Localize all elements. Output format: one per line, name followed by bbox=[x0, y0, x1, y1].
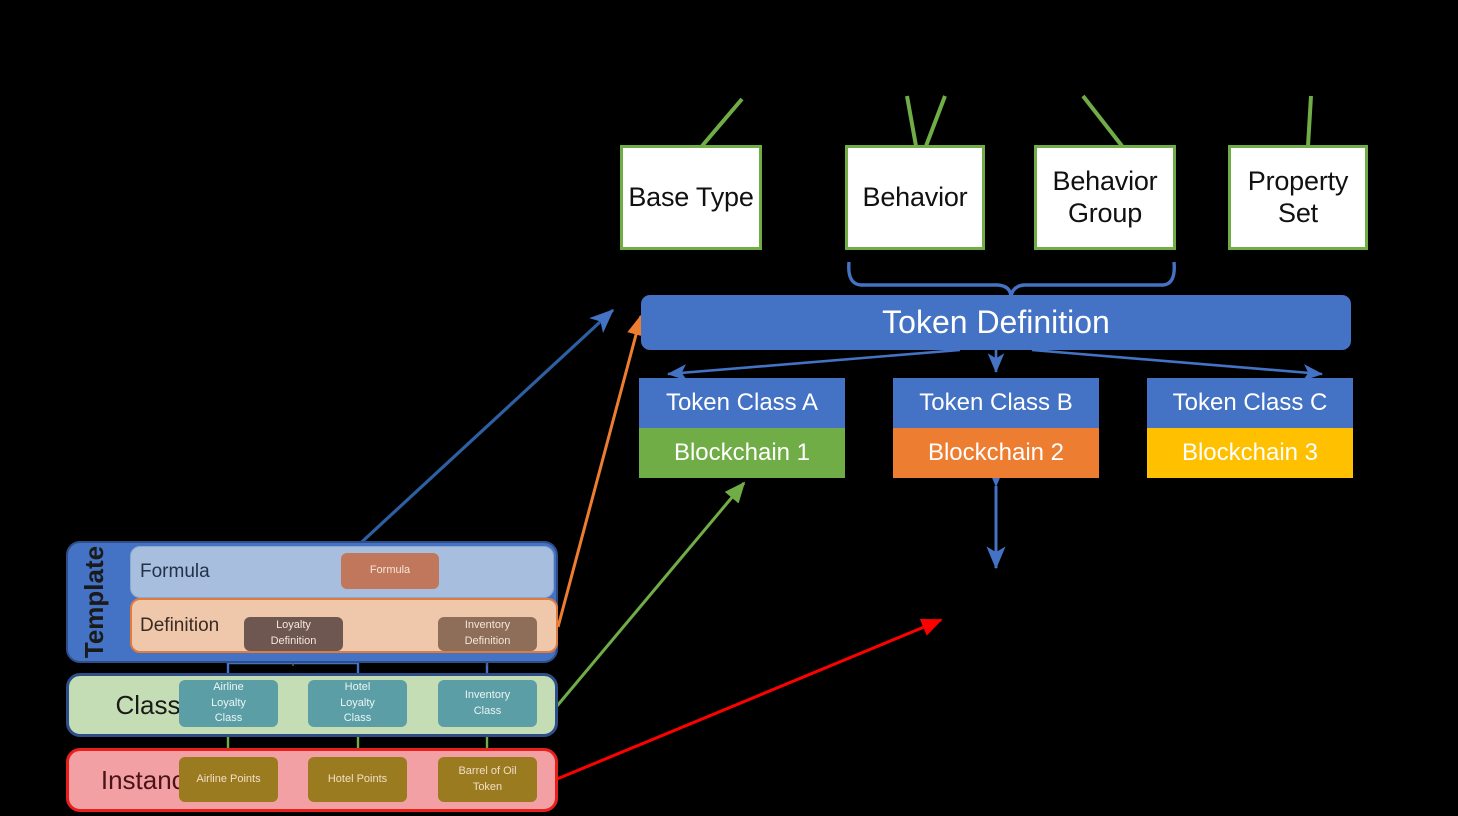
chip-hotel-loyalty-class-line1: Hotel bbox=[344, 680, 371, 693]
token-definition-fanout bbox=[666, 348, 1324, 381]
template-definition-row-label-text: Definition bbox=[140, 614, 220, 636]
artifact-box-behavior[interactable]: Behavior bbox=[845, 145, 985, 250]
artifact-box-behavior-group[interactable]: Behavior Group bbox=[1034, 145, 1176, 250]
chip-formula-line1: Formula bbox=[369, 564, 411, 577]
lane-template-label-text: Template bbox=[78, 545, 109, 659]
chip-airline-points[interactable]: Airline Points bbox=[179, 757, 278, 802]
artifact-stem-lines bbox=[700, 94, 1313, 148]
behavior-stem-right bbox=[924, 95, 947, 147]
token-class-b[interactable]: Token Class B Blockchain 2 bbox=[893, 378, 1099, 478]
property-set-line1: Property bbox=[1247, 165, 1349, 196]
chip-airline-loyalty-class-line1: Airline bbox=[213, 680, 244, 693]
token-class-a[interactable]: Token Class A Blockchain 1 bbox=[639, 378, 845, 478]
artifact-box-property-set[interactable]: Property Set bbox=[1228, 145, 1368, 250]
definition-to-token-definition-arrow bbox=[556, 314, 645, 628]
property-set-stem bbox=[1306, 95, 1313, 147]
artifact-group-brace bbox=[847, 261, 1176, 297]
blockchain-2-band: Blockchain 2 bbox=[893, 428, 1099, 478]
chip-barrel-of-oil-token[interactable]: Barrel of Oil Token bbox=[438, 757, 537, 802]
chip-airline-points-line1: Airline Points bbox=[196, 772, 261, 785]
token-class-b-label: Token Class B bbox=[919, 389, 1073, 416]
template-formula-row-label: Formula bbox=[140, 546, 280, 598]
artifact-box-property-set-label: Property Set bbox=[1231, 166, 1365, 230]
chip-hotel-loyalty-class[interactable]: Hotel Loyalty Class bbox=[308, 680, 407, 727]
chip-inventory-definition[interactable]: Inventory Definition bbox=[438, 617, 537, 651]
token-definition-bar[interactable]: Token Definition bbox=[641, 295, 1351, 350]
blockchain-3-band: Blockchain 3 bbox=[1147, 428, 1353, 478]
lane-template-label: Template bbox=[38, 546, 150, 658]
chip-inventory-class-line2: Class bbox=[473, 704, 502, 717]
token-definition-label: Token Definition bbox=[882, 304, 1110, 340]
behavior-stem-left bbox=[905, 95, 918, 147]
base-type-line2: Type bbox=[695, 181, 754, 212]
token-class-b-header: Token Class B bbox=[893, 378, 1099, 428]
chip-barrel-of-oil-token-line1: Barrel of Oil bbox=[458, 764, 517, 777]
chip-airline-loyalty-class-line3: Class bbox=[214, 712, 243, 725]
chip-hotel-loyalty-class-line2: Loyalty bbox=[340, 696, 375, 709]
class-to-blockchain1-arrow bbox=[555, 481, 746, 707]
artifact-box-base-type[interactable]: Base Type bbox=[620, 145, 762, 250]
chip-barrel-of-oil-token-line2: Token bbox=[472, 780, 503, 793]
chip-hotel-points-line1: Hotel Points bbox=[327, 772, 388, 785]
chip-inventory-class-line1: Inventory bbox=[464, 688, 511, 701]
blockchain-1-band: Blockchain 1 bbox=[639, 428, 845, 478]
token-class-c-header: Token Class C bbox=[1147, 378, 1353, 428]
formula-to-token-definition-arrow bbox=[350, 308, 615, 553]
token-class-c[interactable]: Token Class C Blockchain 3 bbox=[1147, 378, 1353, 478]
artifact-box-behavior-label: Behavior bbox=[863, 182, 968, 214]
chip-loyalty-definition-line1: Loyalty bbox=[276, 619, 311, 632]
property-set-line2: Set bbox=[1278, 197, 1318, 228]
behavior-group-line2: Group bbox=[1067, 197, 1143, 228]
arrow-to-class-a bbox=[666, 348, 961, 381]
chip-airline-loyalty-class[interactable]: Airline Loyalty Class bbox=[179, 680, 278, 727]
chip-formula[interactable]: Formula bbox=[341, 553, 439, 589]
base-type-stem bbox=[700, 97, 744, 148]
token-class-a-label: Token Class A bbox=[665, 389, 819, 416]
chip-loyalty-definition[interactable]: Loyalty Definition bbox=[244, 617, 343, 651]
chip-hotel-loyalty-class-line3: Class bbox=[343, 712, 372, 725]
behavior-line1: Behavior bbox=[862, 181, 968, 212]
instance-to-chain-arrow bbox=[556, 618, 943, 781]
chip-inventory-definition-line2: Definition bbox=[464, 635, 511, 647]
chip-inventory-class[interactable]: Inventory Class bbox=[438, 680, 537, 727]
blockchain-2-label: Blockchain 2 bbox=[927, 439, 1065, 466]
template-formula-row-label-text: Formula bbox=[140, 561, 210, 582]
blockchain-3-label: Blockchain 3 bbox=[1181, 439, 1319, 466]
chip-hotel-points[interactable]: Hotel Points bbox=[308, 757, 407, 802]
diagram-canvas: Base Type Behavior Behavior Group Proper… bbox=[0, 0, 1458, 816]
artifact-box-base-type-label: Base Type bbox=[628, 181, 754, 214]
token-class-a-header: Token Class A bbox=[639, 378, 845, 428]
blockchain-1-label: Blockchain 1 bbox=[673, 439, 811, 466]
chip-inventory-definition-line1: Inventory bbox=[464, 619, 511, 632]
token-class-c-label: Token Class C bbox=[1172, 389, 1328, 416]
base-type-line1: Base bbox=[628, 181, 690, 212]
behavior-group-stem bbox=[1081, 94, 1124, 148]
lane-class-label-text: Class bbox=[115, 689, 181, 720]
artifact-box-behavior-group-label: Behavior Group bbox=[1037, 166, 1173, 230]
chip-loyalty-definition-line2: Definition bbox=[270, 635, 317, 647]
arrow-to-class-c bbox=[1031, 348, 1324, 381]
behavior-group-line1: Behavior bbox=[1052, 165, 1158, 196]
chip-airline-loyalty-class-line2: Loyalty bbox=[211, 696, 246, 709]
